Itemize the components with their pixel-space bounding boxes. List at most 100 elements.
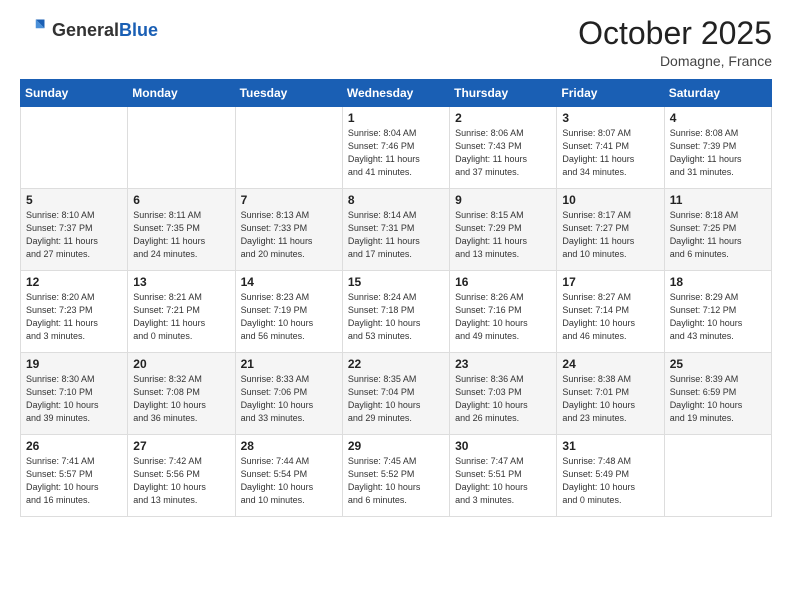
day-info: Sunrise: 7:47 AM Sunset: 5:51 PM Dayligh… <box>455 455 551 507</box>
day-number: 1 <box>348 111 444 125</box>
day-info: Sunrise: 8:11 AM Sunset: 7:35 PM Dayligh… <box>133 209 229 261</box>
day-cell-0-6: 4Sunrise: 8:08 AM Sunset: 7:39 PM Daylig… <box>664 107 771 189</box>
day-info: Sunrise: 8:26 AM Sunset: 7:16 PM Dayligh… <box>455 291 551 343</box>
month-title: October 2025 <box>578 16 772 51</box>
day-info: Sunrise: 8:39 AM Sunset: 6:59 PM Dayligh… <box>670 373 766 425</box>
day-cell-3-1: 20 Sunrise: 8:32 AM Sunset: 7:08 PM Dayli… <box>128 353 235 435</box>
day-info: Sunrise: 8:17 AM Sunset: 7:27 PM Dayligh… <box>562 209 658 261</box>
day-cell-1-0: 5 Sunrise: 8:10 AM Sunset: 7:37 PM Daylig… <box>21 189 128 271</box>
day-info: Sunrise: 8:35 AM Sunset: 7:04 PM Dayligh… <box>348 373 444 425</box>
day-cell-1-4: 9Sunrise: 8:15 AM Sunset: 7:29 PM Daylig… <box>450 189 557 271</box>
day-number: 5 <box>26 193 122 207</box>
day-number: 25 <box>670 357 766 371</box>
day-cell-0-2 <box>235 107 342 189</box>
day-cell-4-2: 28 Sunrise: 7:44 AM Sunset: 5:54 PM Dayli… <box>235 435 342 517</box>
day-number: 13 <box>133 275 229 289</box>
day-info: Sunrise: 8:06 AM Sunset: 7:43 PM Dayligh… <box>455 127 551 179</box>
logo-blue-text: Blue <box>119 20 158 40</box>
day-number: 27 <box>133 439 229 453</box>
day-number: 3 <box>562 111 658 125</box>
day-info: Sunrise: 8:27 AM Sunset: 7:14 PM Dayligh… <box>562 291 658 343</box>
location-title: Domagne, France <box>578 53 772 69</box>
day-info: Sunrise: 8:08 AM Sunset: 7:39 PM Dayligh… <box>670 127 766 179</box>
day-cell-0-3: 1Sunrise: 8:04 AM Sunset: 7:46 PM Daylig… <box>342 107 449 189</box>
day-info: Sunrise: 8:21 AM Sunset: 7:21 PM Dayligh… <box>133 291 229 343</box>
day-cell-0-5: 3 Sunrise: 8:07 AM Sunset: 7:41 PM Daylig… <box>557 107 664 189</box>
header-friday: Friday <box>557 80 664 107</box>
day-number: 6 <box>133 193 229 207</box>
day-number: 20 <box>133 357 229 371</box>
day-cell-2-6: 18 Sunrise: 8:29 AM Sunset: 7:12 PM Dayli… <box>664 271 771 353</box>
header-tuesday: Tuesday <box>235 80 342 107</box>
day-number: 29 <box>348 439 444 453</box>
day-cell-4-0: 26 Sunrise: 7:41 AM Sunset: 5:57 PM Dayli… <box>21 435 128 517</box>
day-number: 23 <box>455 357 551 371</box>
logo: GeneralBlue <box>20 16 158 44</box>
day-number: 2 <box>455 111 551 125</box>
day-cell-1-6: 11 Sunrise: 8:18 AM Sunset: 7:25 PM Dayli… <box>664 189 771 271</box>
week-row-2: 12Sunrise: 8:20 AM Sunset: 7:23 PM Dayli… <box>21 271 772 353</box>
day-info: Sunrise: 7:41 AM Sunset: 5:57 PM Dayligh… <box>26 455 122 507</box>
day-cell-3-3: 22 Sunrise: 8:35 AM Sunset: 7:04 PM Dayli… <box>342 353 449 435</box>
day-cell-2-1: 13 Sunrise: 8:21 AM Sunset: 7:21 PM Dayli… <box>128 271 235 353</box>
day-cell-4-5: 31Sunrise: 7:48 AM Sunset: 5:49 PM Dayli… <box>557 435 664 517</box>
logo-general-text: General <box>52 20 119 40</box>
day-cell-3-6: 25 Sunrise: 8:39 AM Sunset: 6:59 PM Dayli… <box>664 353 771 435</box>
day-cell-2-2: 14Sunrise: 8:23 AM Sunset: 7:19 PM Dayli… <box>235 271 342 353</box>
day-cell-2-3: 15Sunrise: 8:24 AM Sunset: 7:18 PM Dayli… <box>342 271 449 353</box>
generalblue-icon <box>20 16 48 44</box>
day-info: Sunrise: 8:36 AM Sunset: 7:03 PM Dayligh… <box>455 373 551 425</box>
header-sunday: Sunday <box>21 80 128 107</box>
day-cell-3-4: 23 Sunrise: 8:36 AM Sunset: 7:03 PM Dayli… <box>450 353 557 435</box>
day-number: 10 <box>562 193 658 207</box>
day-info: Sunrise: 8:18 AM Sunset: 7:25 PM Dayligh… <box>670 209 766 261</box>
day-cell-1-2: 7Sunrise: 8:13 AM Sunset: 7:33 PM Daylig… <box>235 189 342 271</box>
day-cell-3-0: 19Sunrise: 8:30 AM Sunset: 7:10 PM Dayli… <box>21 353 128 435</box>
header: GeneralBlue October 2025 Domagne, France <box>20 16 772 69</box>
day-info: Sunrise: 7:44 AM Sunset: 5:54 PM Dayligh… <box>241 455 337 507</box>
day-number: 26 <box>26 439 122 453</box>
day-number: 18 <box>670 275 766 289</box>
day-cell-1-3: 8Sunrise: 8:14 AM Sunset: 7:31 PM Daylig… <box>342 189 449 271</box>
day-cell-4-1: 27 Sunrise: 7:42 AM Sunset: 5:56 PM Dayli… <box>128 435 235 517</box>
day-cell-2-4: 16 Sunrise: 8:26 AM Sunset: 7:16 PM Dayli… <box>450 271 557 353</box>
day-info: Sunrise: 8:15 AM Sunset: 7:29 PM Dayligh… <box>455 209 551 261</box>
day-cell-2-0: 12Sunrise: 8:20 AM Sunset: 7:23 PM Dayli… <box>21 271 128 353</box>
day-info: Sunrise: 8:29 AM Sunset: 7:12 PM Dayligh… <box>670 291 766 343</box>
day-number: 12 <box>26 275 122 289</box>
header-thursday: Thursday <box>450 80 557 107</box>
day-info: Sunrise: 8:07 AM Sunset: 7:41 PM Dayligh… <box>562 127 658 179</box>
day-cell-0-4: 2 Sunrise: 8:06 AM Sunset: 7:43 PM Daylig… <box>450 107 557 189</box>
day-cell-4-6 <box>664 435 771 517</box>
day-info: Sunrise: 8:32 AM Sunset: 7:08 PM Dayligh… <box>133 373 229 425</box>
day-info: Sunrise: 8:10 AM Sunset: 7:37 PM Dayligh… <box>26 209 122 261</box>
page: GeneralBlue October 2025 Domagne, France… <box>0 0 792 612</box>
day-number: 17 <box>562 275 658 289</box>
day-info: Sunrise: 8:33 AM Sunset: 7:06 PM Dayligh… <box>241 373 337 425</box>
day-number: 28 <box>241 439 337 453</box>
day-cell-1-1: 6 Sunrise: 8:11 AM Sunset: 7:35 PM Daylig… <box>128 189 235 271</box>
day-cell-0-1 <box>128 107 235 189</box>
day-info: Sunrise: 7:45 AM Sunset: 5:52 PM Dayligh… <box>348 455 444 507</box>
title-block: October 2025 Domagne, France <box>578 16 772 69</box>
day-number: 11 <box>670 193 766 207</box>
day-number: 15 <box>348 275 444 289</box>
header-saturday: Saturday <box>664 80 771 107</box>
day-info: Sunrise: 7:42 AM Sunset: 5:56 PM Dayligh… <box>133 455 229 507</box>
day-number: 16 <box>455 275 551 289</box>
day-cell-2-5: 17 Sunrise: 8:27 AM Sunset: 7:14 PM Dayli… <box>557 271 664 353</box>
header-wednesday: Wednesday <box>342 80 449 107</box>
header-monday: Monday <box>128 80 235 107</box>
day-cell-0-0 <box>21 107 128 189</box>
day-number: 24 <box>562 357 658 371</box>
day-info: Sunrise: 8:23 AM Sunset: 7:19 PM Dayligh… <box>241 291 337 343</box>
day-info: Sunrise: 8:13 AM Sunset: 7:33 PM Dayligh… <box>241 209 337 261</box>
day-number: 22 <box>348 357 444 371</box>
day-info: Sunrise: 8:14 AM Sunset: 7:31 PM Dayligh… <box>348 209 444 261</box>
week-row-4: 26 Sunrise: 7:41 AM Sunset: 5:57 PM Dayli… <box>21 435 772 517</box>
day-cell-4-3: 29 Sunrise: 7:45 AM Sunset: 5:52 PM Dayli… <box>342 435 449 517</box>
day-number: 19 <box>26 357 122 371</box>
weekday-header-row: Sunday Monday Tuesday Wednesday Thursday… <box>21 80 772 107</box>
day-cell-4-4: 30Sunrise: 7:47 AM Sunset: 5:51 PM Dayli… <box>450 435 557 517</box>
day-cell-1-5: 10 Sunrise: 8:17 AM Sunset: 7:27 PM Dayli… <box>557 189 664 271</box>
